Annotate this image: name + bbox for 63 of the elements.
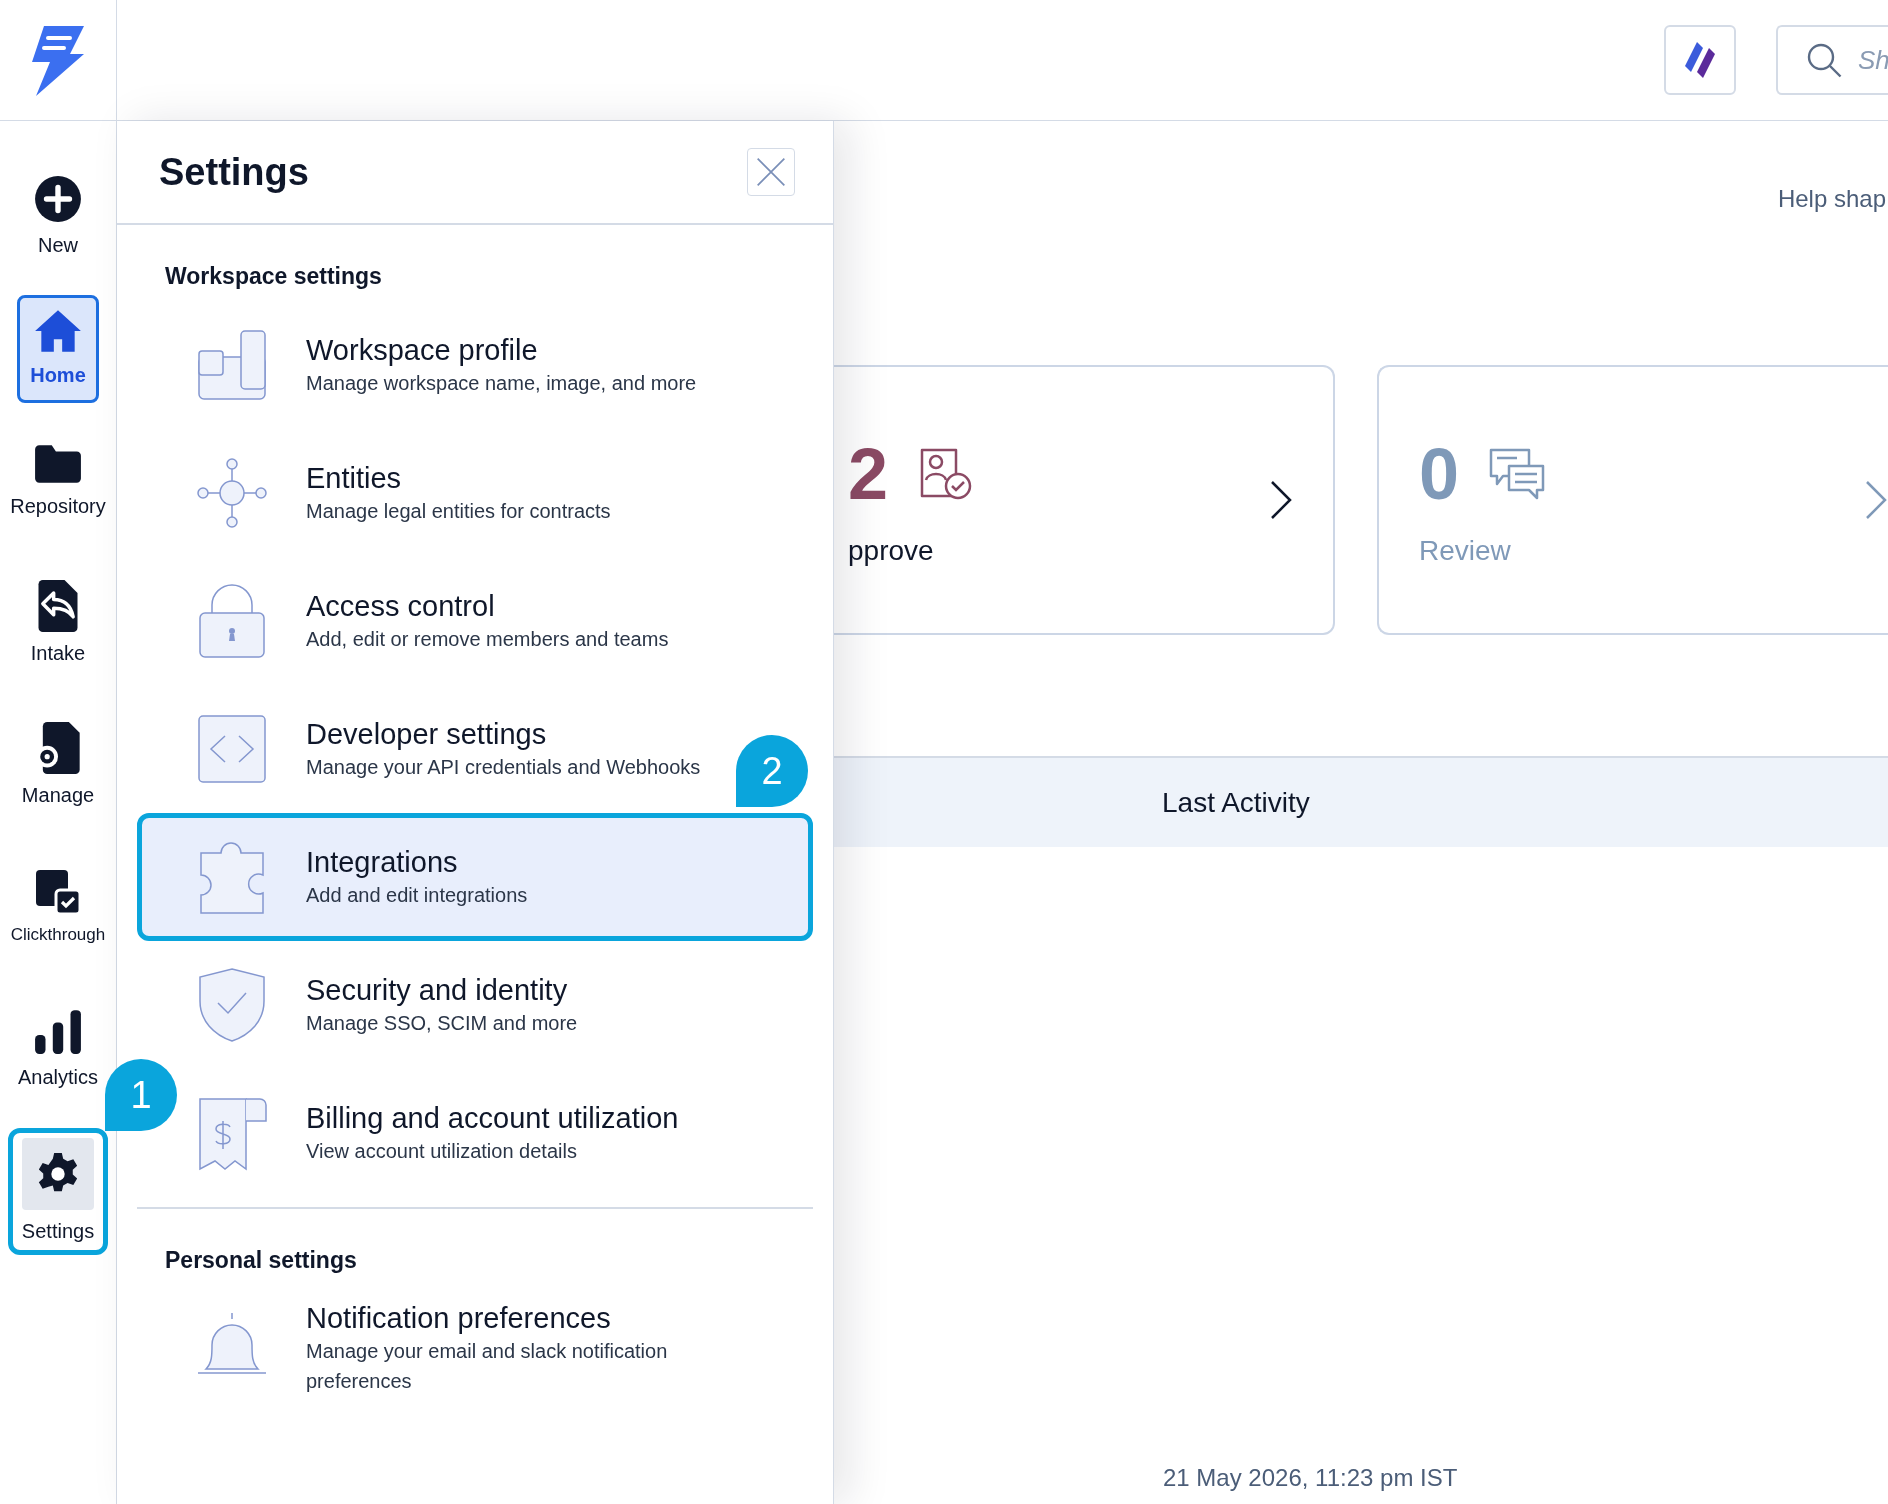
bar-chart-icon [33,1007,83,1056]
section-heading: Workspace settings [164,262,383,291]
close-icon [755,156,787,188]
search-field[interactable]: Sh [1776,25,1888,95]
nav-label: Manage [21,782,95,808]
item-description: Manage your email and slack notification preferences [306,1339,669,1394]
chevron-right-icon[interactable] [1269,479,1293,521]
close-button[interactable] [747,148,795,196]
app-launcher-button[interactable] [1664,25,1736,95]
nav-label: Analytics [18,1064,98,1090]
activity-title: Last Activity [1162,785,1310,820]
folder-icon [33,442,83,485]
nav-item[interactable]: Settings [8,1128,108,1255]
plus-circle-icon [33,173,83,224]
item-title: Access control [306,588,496,624]
stat-label: Review [1419,534,1512,568]
nav-label: Settings [21,1218,95,1244]
item-description: Add, edit or remove members and teams [306,626,670,652]
item-title: Entities [306,460,403,496]
section-heading: Personal settings [164,1245,358,1275]
item-title: Developer settings [306,716,548,752]
stat-card[interactable]: 2 pprove [834,365,1335,635]
nav-item[interactable]: Analytics [8,986,108,1113]
stat-count: 2 [848,438,889,510]
shield-check-icon [198,966,266,1043]
nav-label: Intake [30,640,86,666]
activity-timestamp: 21 May 2026, 11:23 pm IST [1163,1463,1458,1493]
item-description: Manage SSO, SCIM and more [306,1010,579,1036]
code-icon [197,713,267,784]
chat-bubbles-icon [1489,446,1546,502]
item-title: Security and identity [306,972,569,1008]
nav-item[interactable]: Clickthrough [8,844,108,971]
home-icon [33,308,83,354]
nav-item[interactable]: Intake [8,560,108,687]
item-title: Workspace profile [306,332,539,368]
network-icon [197,457,267,528]
nav-item[interactable]: Home [17,295,99,403]
settings-item[interactable]: Integrations Add and edit integrations [137,812,813,941]
nav-label: New [38,232,78,258]
item-title: Billing and account utilization [306,1100,680,1136]
search-icon [1806,42,1842,78]
blocks-icon [197,328,267,401]
panel-title: Settings [159,149,309,195]
item-description: Manage workspace name, image, and more [306,370,698,396]
stat-label: pprove [848,534,935,568]
item-description: View account utilization details [306,1138,578,1164]
nav-item[interactable]: Repository [8,418,108,545]
stat-count: 0 [1419,438,1460,510]
item-description: Manage your API credentials and Webhooks [306,754,702,780]
checkbox-document-icon [34,867,82,916]
lock-icon [198,582,266,659]
nav-label: Repository [10,493,106,519]
help-text: Help shap [1777,184,1887,214]
diamond-logo-icon [1683,40,1717,80]
item-title: Integrations [306,844,459,880]
nav-item[interactable]: Manage [8,702,108,829]
item-description: Manage legal entities for contracts [306,498,612,524]
lightning-logo-icon[interactable] [30,24,86,96]
item-title: Notification preferences [306,1301,612,1336]
nav-label: Clickthrough [10,923,106,946]
nav-item[interactable]: New [8,153,108,280]
nav-label: Home [30,363,86,388]
item-description: Add and edit integrations [306,882,529,908]
